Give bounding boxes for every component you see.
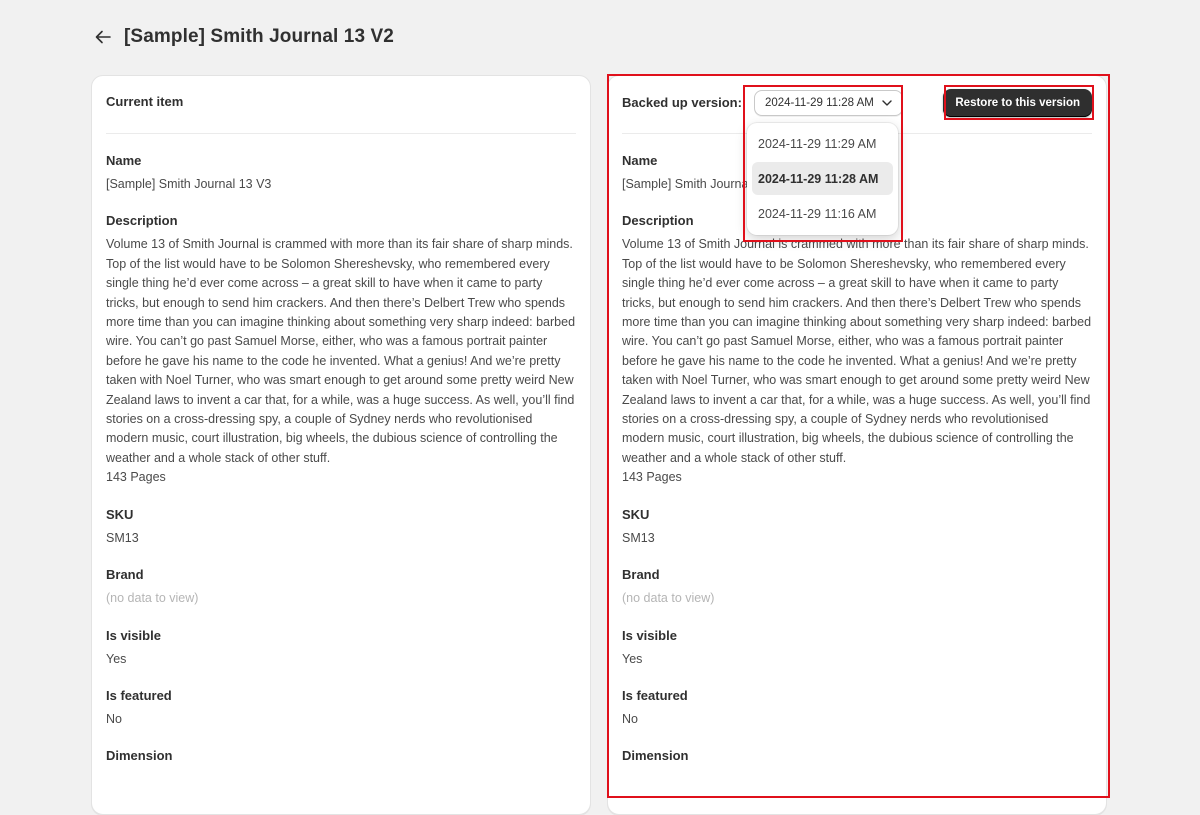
page-title: [Sample] Smith Journal 13 V2: [124, 26, 394, 47]
brand-label: Brand: [622, 567, 660, 583]
current-item-header: Current item: [106, 76, 576, 134]
sku-label: SKU: [106, 506, 134, 522]
arrow-left-icon: [95, 30, 111, 44]
restore-version-button[interactable]: Restore to this version: [943, 88, 1092, 117]
name-label: Name: [106, 153, 142, 168]
version-option[interactable]: 2024-11-29 11:16 AM: [752, 197, 893, 230]
version-select-value: 2024-11-29 11:28 AM: [764, 96, 874, 109]
description-label: Description: [106, 213, 178, 229]
brand-label: Brand: [106, 567, 144, 583]
sku-value: SM13: [622, 530, 655, 545]
is-featured-value: No: [622, 711, 638, 726]
is-featured-label: Is featured: [106, 687, 172, 703]
back-button[interactable]: [94, 26, 112, 48]
is-visible-label: Is visible: [622, 627, 677, 643]
description-value: Volume 13 of Smith Journal is crammed wi…: [622, 237, 1092, 465]
backup-version-label: Backed up version:: [622, 95, 742, 110]
sku-label: SKU: [622, 506, 650, 522]
is-visible-label: Is visible: [106, 627, 161, 643]
dimension-label: Dimension: [622, 748, 689, 764]
is-featured-value: No: [106, 711, 122, 726]
version-option[interactable]: 2024-11-29 11:29 AM: [752, 127, 893, 160]
brand-value: (no data to view): [106, 591, 199, 606]
version-option-selected[interactable]: 2024-11-29 11:28 AM: [752, 162, 893, 195]
is-visible-value: Yes: [106, 651, 127, 666]
description-value: Volume 13 of Smith Journal is crammed wi…: [106, 237, 576, 465]
is-visible-value: Yes: [622, 651, 643, 666]
pages-value: 143 Pages: [106, 470, 166, 485]
page-header: [Sample] Smith Journal 13 V2: [94, 26, 394, 48]
pages-value: 143 Pages: [622, 470, 682, 485]
version-dropdown-menu: 2024-11-29 11:29 AM 2024-11-29 11:28 AM …: [747, 123, 898, 235]
dimension-label: Dimension: [106, 748, 173, 764]
brand-value: (no data to view): [622, 591, 715, 606]
current-item-card: Current item Name [Sample] Smith Journal…: [91, 75, 591, 815]
current-item-heading: Current item: [106, 94, 184, 109]
version-select[interactable]: 2024-11-29 11:28 AM: [753, 89, 903, 116]
chevron-down-icon: [882, 99, 892, 106]
sku-value: SM13: [106, 530, 139, 545]
is-featured-label: Is featured: [622, 687, 688, 703]
name-value: [Sample] Smith Journal 13 V3: [106, 177, 272, 191]
